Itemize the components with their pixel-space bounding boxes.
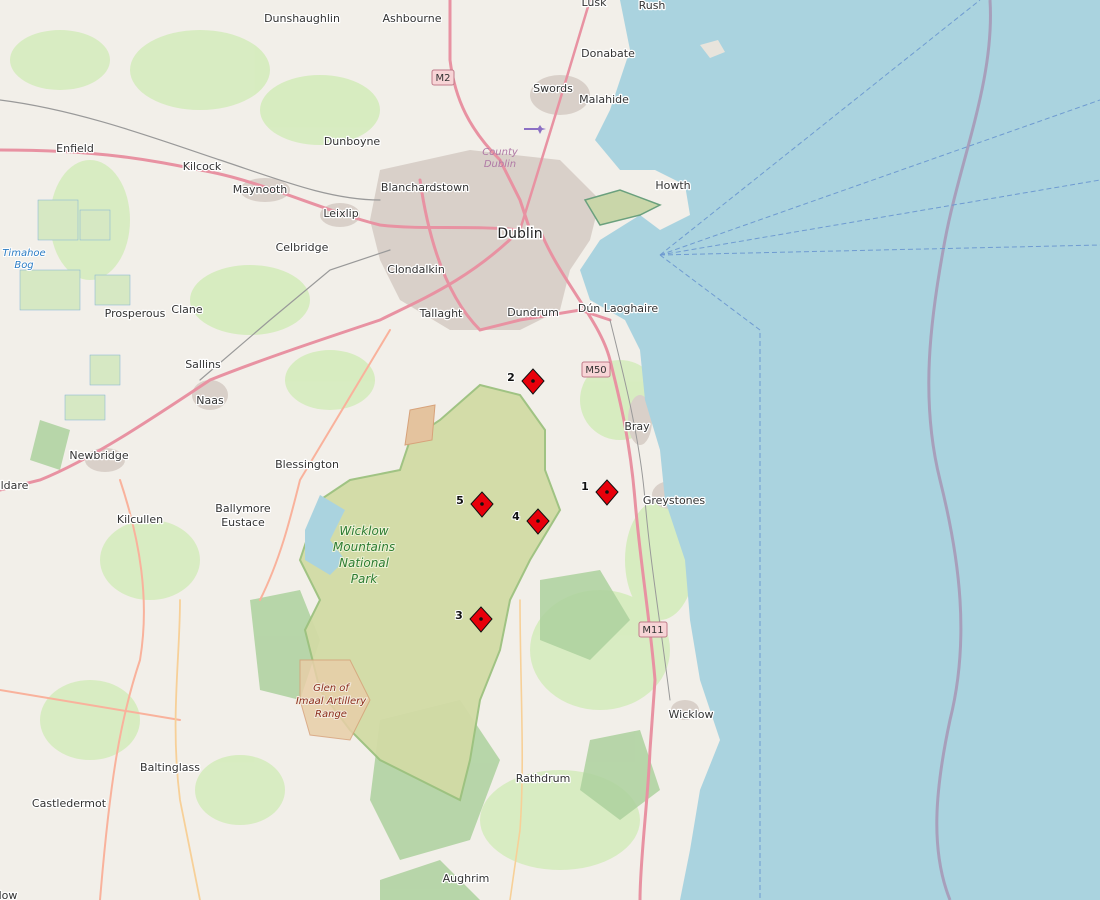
place-label: Lusk	[581, 0, 607, 9]
park-label-line2: Mountains	[333, 540, 395, 554]
place-label: Dunboyne	[324, 135, 381, 148]
county-label-line2: Dublin	[484, 159, 516, 170]
place-label: low	[0, 889, 17, 900]
park-label-line4: Park	[351, 572, 379, 586]
range-label-line2: Imaal Artillery	[296, 696, 367, 707]
place-label: Newbridge	[69, 449, 129, 462]
range-label-line1: Glen of	[313, 683, 350, 694]
place-label: ildare	[0, 479, 29, 492]
place-label-capital: Dublin	[497, 226, 542, 242]
place-label: Blessington	[275, 458, 339, 471]
place-label: Tallaght	[419, 307, 463, 320]
place-label: Sallins	[185, 358, 221, 371]
place-label: Rathdrum	[516, 772, 571, 785]
place-label: Howth	[655, 179, 690, 192]
county-label-line1: County	[482, 147, 519, 158]
svg-text:M2: M2	[436, 73, 451, 84]
svg-text:M50: M50	[585, 365, 606, 376]
marker-label: 1	[581, 480, 589, 493]
place-label: Ballymore	[215, 502, 271, 515]
road-shield-m50: M50	[581, 361, 611, 378]
place-label: Clondalkin	[387, 263, 445, 276]
place-label: Ashbourne	[383, 12, 442, 25]
place-label: Castledermot	[32, 797, 107, 810]
place-label: Eustace	[221, 516, 265, 529]
park-label-line3: National	[339, 556, 390, 570]
place-label: Prosperous	[105, 307, 166, 320]
place-label: Rush	[639, 0, 666, 12]
marker-label: 5	[456, 494, 464, 507]
marker-label: 4	[512, 510, 520, 523]
place-label: Bray	[624, 420, 650, 433]
park-label-line1: Wicklow	[339, 524, 388, 538]
map-canvas[interactable]: M2 M50 M11 County Dublin Timahoe Bog Wic…	[0, 0, 1100, 900]
range-patch	[404, 404, 436, 446]
place-label: Dún Laoghaire	[578, 302, 659, 315]
place-label: Dundrum	[507, 306, 559, 319]
place-label: Kilcock	[183, 160, 222, 173]
range-label-line3: Range	[315, 709, 347, 720]
road-shield-m11: M11	[638, 621, 668, 638]
marker-label: 2	[507, 371, 515, 384]
road-shield-m2: M2	[431, 69, 455, 86]
place-label: Malahide	[579, 93, 629, 106]
bog-label-line1: Timahoe	[2, 248, 45, 259]
place-label: Baltinglass	[140, 761, 200, 774]
place-label: Celbridge	[276, 241, 329, 254]
place-label: Donabate	[581, 47, 635, 60]
place-label: Clane	[171, 303, 202, 316]
place-label: Dunshaughlin	[264, 12, 340, 25]
place-label: Maynooth	[233, 183, 287, 196]
place-label: Kilcullen	[117, 513, 163, 526]
map-view[interactable]: M2 M50 M11 County Dublin Timahoe Bog Wic…	[0, 0, 1100, 900]
place-label: Enfield	[56, 142, 94, 155]
svg-text:M11: M11	[642, 625, 663, 636]
place-label: Swords	[533, 82, 573, 95]
place-label: Wicklow	[669, 708, 714, 721]
place-label: Aughrim	[443, 872, 490, 885]
place-label: Greystones	[643, 494, 706, 507]
marker-label: 3	[455, 609, 463, 622]
place-label: Blanchardstown	[381, 181, 469, 194]
place-label: Naas	[196, 394, 224, 407]
place-label: Leixlip	[323, 207, 358, 220]
bog-label-line2: Bog	[14, 260, 33, 271]
